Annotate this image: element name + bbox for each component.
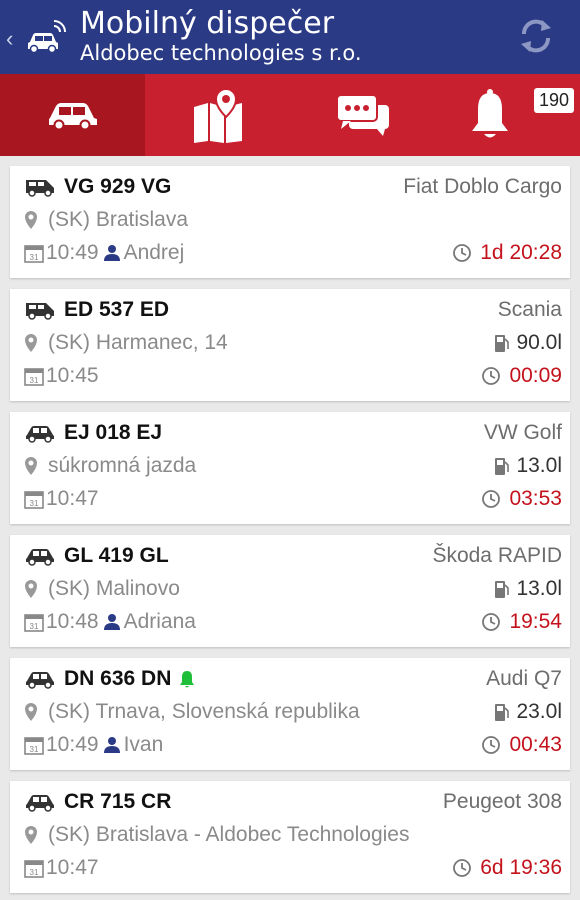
vehicle-fuel: 13.0l [516,577,562,600]
vehicle-time: 10:45 [46,364,99,387]
vehicle-card[interactable]: GL 419 GL (SK) Malinovo 31 10:48 Adriana… [10,535,570,647]
app-bar: ‹ Mobilný dispečer Aldobec technologies … [0,0,580,74]
tab-bar: 190 [0,74,580,156]
vehicle-fuel: 90.0l [516,331,562,354]
clock-icon [453,244,472,262]
vehicle-time: 10:49 [46,733,99,756]
vehicle-card[interactable]: EJ 018 EJ súkromná jazda 31 10:47 VW Gol… [10,412,570,524]
vehicle-plate: GL 419 GL [64,544,169,567]
svg-text:31: 31 [30,376,39,385]
svg-text:31: 31 [30,868,39,877]
notification-count-badge: 190 [533,88,574,113]
vehicle-time: 10:47 [46,856,99,879]
map-icon [193,87,242,143]
van-icon [26,180,54,197]
vehicle-time: 10:48 [46,610,99,633]
calendar-icon: 31 [24,491,44,509]
vehicle-model: Peugeot 308 [442,790,562,813]
vehicle-driver: Adriana [123,610,196,633]
van-icon [26,303,54,320]
app-title: Mobilný dispečer [80,6,335,41]
car-icon [26,672,54,689]
tab-messages[interactable] [290,74,435,156]
fuel-pump-icon [495,704,510,721]
calendar-icon: 31 [24,860,44,878]
vehicle-plate: DN 636 DN [64,667,172,690]
vehicle-time: 10:49 [46,241,99,264]
vehicle-model: Škoda RAPID [432,544,562,567]
vehicle-duration: 00:43 [509,733,562,756]
tab-vehicles[interactable] [0,74,145,156]
calendar-icon: 31 [24,245,44,263]
vehicle-card[interactable]: DN 636 DN (SK) Trnava, Slovenská republi… [10,658,570,770]
fuel-pump-icon [495,581,510,598]
chevron-left-icon[interactable]: ‹ [6,26,13,52]
vehicle-plate: EJ 018 EJ [64,421,163,444]
person-icon [103,245,120,261]
chat-icon [335,94,389,136]
vehicle-model: Audi Q7 [486,667,562,690]
location-pin-icon [25,703,37,721]
alert-bell-icon [180,671,195,688]
vehicle-duration: 1d 20:28 [480,241,562,264]
svg-text:31: 31 [30,499,39,508]
vehicle-duration: 19:54 [509,610,562,633]
vehicle-duration: 03:53 [509,487,562,510]
calendar-icon: 31 [24,737,44,755]
vehicle-model: VW Golf [483,421,562,444]
fuel-pump-icon [495,335,510,352]
vehicle-card[interactable]: CR 715 CR (SK) Bratislava - Aldobec Tech… [10,781,570,893]
vehicle-driver: Andrej [123,241,185,264]
vehicle-duration: 00:09 [509,364,562,387]
svg-text:31: 31 [30,253,39,262]
vehicle-duration: 6d 19:36 [480,856,562,879]
vehicle-location: súkromná jazda [48,454,197,477]
car-icon [26,795,54,812]
location-pin-icon [25,334,37,352]
vehicle-card[interactable]: ED 537 ED (SK) Harmanec, 14 31 10:45 Sca… [10,289,570,401]
vehicle-model: Scania [497,298,562,321]
bell-icon [471,89,508,138]
vehicle-location: (SK) Bratislava [48,208,189,231]
car-icon [26,549,54,566]
company-name: Aldobec technologies s r.o. [80,41,362,65]
clock-icon [453,859,472,877]
fuel-pump-icon [495,458,510,475]
vehicle-time: 10:47 [46,487,99,510]
vehicle-card[interactable]: VG 929 VG (SK) Bratislava 31 10:49 Andre… [10,166,570,278]
clock-icon [482,613,501,631]
calendar-icon: 31 [24,614,44,632]
vehicle-plate: ED 537 ED [64,298,170,321]
tab-map[interactable] [145,74,290,156]
clock-icon [482,367,501,385]
svg-text:31: 31 [30,622,39,631]
vehicle-plate: CR 715 CR [64,790,172,813]
location-pin-icon [25,457,37,475]
vehicle-plate: VG 929 VG [64,175,172,198]
vehicle-location: (SK) Malinovo [48,577,180,600]
location-pin-icon [25,826,37,844]
car-icon [48,103,97,130]
tab-notifications[interactable]: 190 [435,74,580,156]
car-icon [26,426,54,443]
vehicle-location: (SK) Bratislava - Aldobec Technologies [48,823,410,846]
person-icon [103,737,120,753]
calendar-icon: 31 [24,368,44,386]
vehicle-location: (SK) Trnava, Slovenská republika [48,700,360,723]
vehicle-driver: Ivan [123,733,164,756]
clock-icon [482,736,501,754]
vehicle-location: (SK) Harmanec, 14 [48,331,228,354]
location-pin-icon [25,580,37,598]
refresh-icon[interactable] [516,16,556,56]
person-icon [103,614,120,630]
vehicle-model: Fiat Doblo Cargo [403,175,562,198]
vehicle-fuel: 23.0l [516,700,562,723]
location-pin-icon [25,211,37,229]
clock-icon [482,490,501,508]
car-signal-icon[interactable] [24,20,66,54]
vehicle-fuel: 13.0l [516,454,562,477]
svg-text:31: 31 [30,745,39,754]
